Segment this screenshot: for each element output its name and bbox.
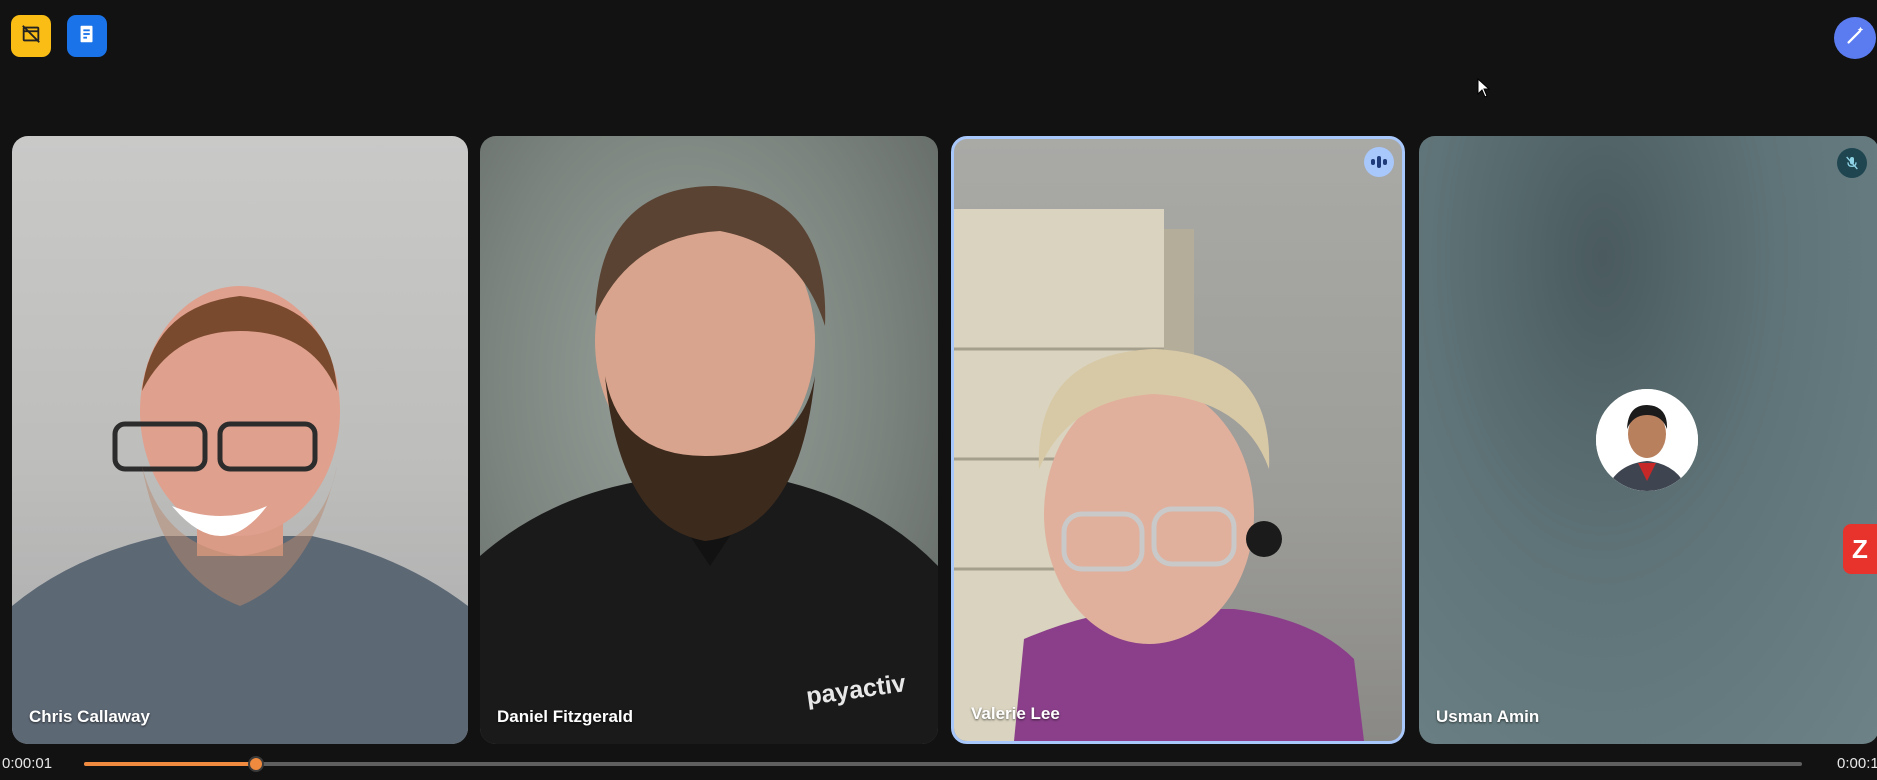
seek-handle[interactable] bbox=[247, 756, 264, 772]
mic-off-icon bbox=[1837, 148, 1867, 178]
mouse-cursor-icon bbox=[1477, 77, 1491, 103]
avatar bbox=[1596, 389, 1698, 491]
film-off-icon bbox=[20, 23, 42, 50]
magic-wand-button[interactable] bbox=[1834, 17, 1876, 59]
progress-fill bbox=[84, 762, 256, 766]
participant-name: Chris Callaway bbox=[29, 707, 150, 726]
doc-edit-icon bbox=[76, 23, 98, 50]
total-time: 0:00:1 bbox=[1837, 755, 1877, 772]
participant-tile-valerie[interactable]: Valerie Lee bbox=[951, 136, 1405, 744]
side-app-tab[interactable]: Z bbox=[1843, 524, 1877, 574]
notes-button[interactable] bbox=[67, 15, 107, 57]
participant-name: Daniel Fitzgerald bbox=[497, 707, 634, 726]
current-time: 0:00:01 bbox=[2, 755, 53, 772]
participant-tile-daniel[interactable]: payactiv Daniel Fitzgerald bbox=[480, 136, 938, 744]
participant-video bbox=[12, 286, 468, 744]
participant-name: Usman Amin bbox=[1436, 707, 1540, 726]
participant-tile-usman[interactable]: Usman Amin bbox=[1419, 136, 1877, 744]
magic-wand-icon bbox=[1844, 25, 1866, 52]
participant-name: Valerie Lee bbox=[971, 704, 1060, 723]
seek-slider[interactable] bbox=[84, 756, 1802, 772]
participant-video bbox=[480, 186, 938, 744]
speaking-indicator-icon bbox=[1364, 147, 1394, 177]
participant-tile-chris[interactable]: Chris Callaway bbox=[12, 136, 468, 744]
film-off-button[interactable] bbox=[11, 15, 51, 57]
participant-video bbox=[954, 209, 1364, 741]
